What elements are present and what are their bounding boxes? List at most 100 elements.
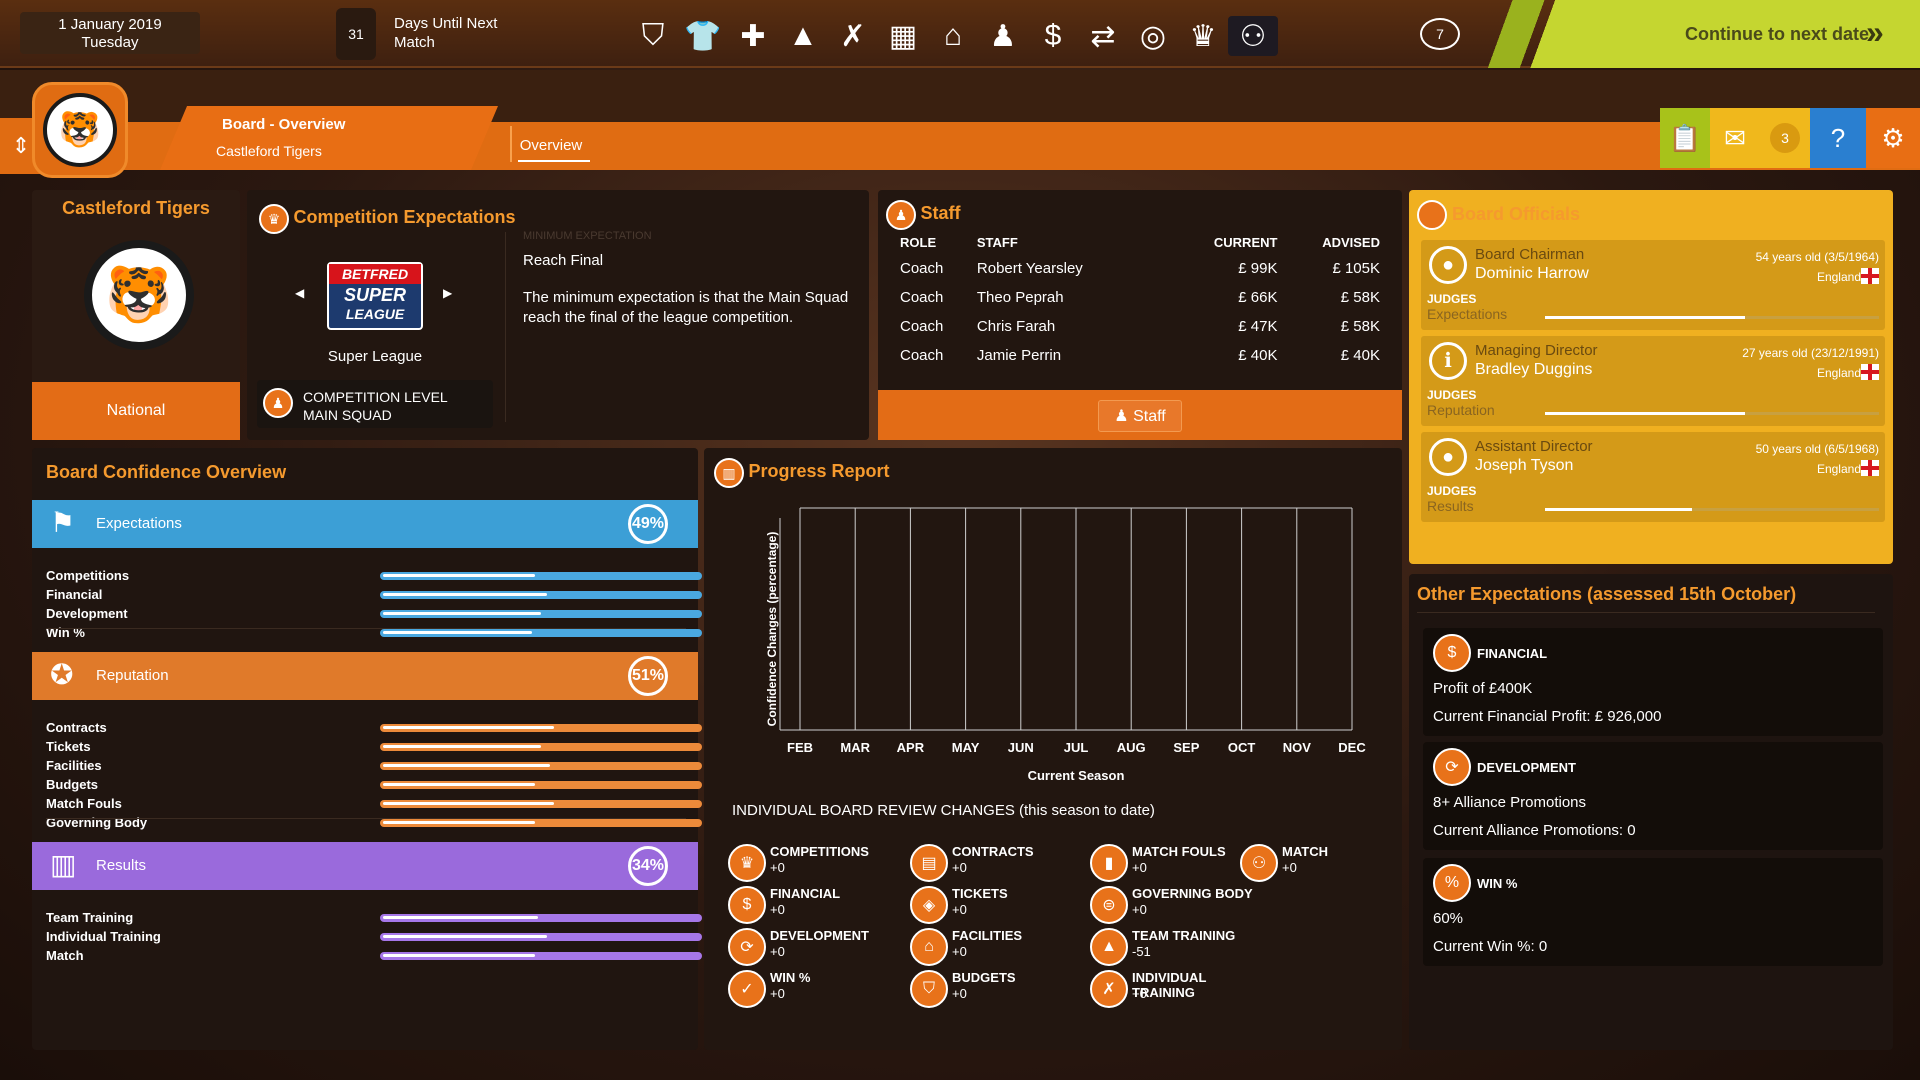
- subitem-track: [380, 629, 702, 637]
- review-item: ⛉ BUDGETS +0: [910, 968, 1080, 1008]
- subitem-label: Contracts: [46, 720, 107, 735]
- tactics-icon[interactable]: ✗: [828, 16, 878, 56]
- finance-icon[interactable]: $: [1028, 16, 1078, 56]
- reset-icon[interactable]: 7: [1420, 18, 1460, 50]
- prev-competition-icon[interactable]: ◀: [295, 286, 304, 300]
- confidence-subitems: Team Training Individual Training Match: [46, 908, 702, 965]
- table-row[interactable]: Coach Robert Yearsley £ 99K £ 105K: [900, 254, 1380, 283]
- super-league-logo: BETFRED SUPER LEAGUE: [327, 262, 423, 330]
- subitem-label: Individual Training: [46, 929, 161, 944]
- club-badge[interactable]: 🐯: [32, 82, 128, 178]
- match-icon: ⚇: [1240, 844, 1278, 882]
- staff-role: Coach: [900, 289, 944, 306]
- staff-name: Robert Yearsley: [976, 260, 1083, 277]
- subitem-track: [380, 800, 702, 808]
- subitem-fill: [383, 954, 535, 957]
- col-staff: STAFF: [976, 234, 1018, 250]
- tab-overview[interactable]: Overview: [510, 126, 590, 162]
- page-subtitle: Castleford Tigers: [216, 143, 322, 159]
- staff-table: ROLE STAFF CURRENT ADVISED Coach Robert …: [900, 230, 1380, 370]
- team-panel: Castleford Tigers 🐯 National: [32, 190, 240, 440]
- official-age: 54 years old (3/5/1964): [1755, 250, 1879, 264]
- review-value: +0: [1132, 860, 1147, 875]
- official-card[interactable]: ℹ Managing Director Bradley Duggins 27 y…: [1421, 336, 1885, 426]
- confidence-subitems: Contracts Tickets Facilities Budgets Match F…: [46, 718, 702, 832]
- review-item: ✓ WIN % +0: [728, 968, 898, 1008]
- trophy-icon[interactable]: ♛: [1178, 16, 1228, 56]
- development-icon: ⟳: [728, 928, 766, 966]
- next-competition-icon[interactable]: ▶: [443, 286, 452, 300]
- transfer-icon[interactable]: ⇄: [1078, 16, 1128, 56]
- subitem-label: Match Fouls: [46, 796, 122, 811]
- current-date: 1 January 2019: [58, 16, 162, 33]
- review-value: +0: [770, 902, 785, 917]
- official-card[interactable]: ● Assistant Director Joseph Tyson 50 yea…: [1421, 432, 1885, 522]
- subitem-fill: [383, 821, 535, 824]
- confidence-subitem: Facilities: [46, 756, 702, 775]
- gear-icon[interactable]: ⚙: [1866, 108, 1920, 168]
- days-until-match[interactable]: 31 Days Until Next Match: [336, 8, 516, 60]
- confidence-subitems: Competitions Financial Development Win %: [46, 566, 702, 642]
- medical-icon[interactable]: ✚: [728, 16, 778, 56]
- review-item: ⚇ MATCH +0: [1240, 842, 1410, 882]
- expectation-label: FINANCIAL: [1477, 646, 1548, 661]
- person-icon: ℹ: [1429, 342, 1467, 380]
- staff-icon: ♟: [886, 200, 916, 230]
- cone-icon[interactable]: ▲: [778, 16, 828, 56]
- judges-progress-track: [1545, 316, 1879, 319]
- days-until-label: Days Until Next Match: [394, 14, 497, 52]
- official-name: Bradley Duggins: [1475, 361, 1593, 378]
- subitem-fill: [383, 916, 538, 919]
- subitem-track: [380, 819, 702, 827]
- review-value: -51: [1132, 944, 1151, 959]
- official-country: England: [1816, 270, 1861, 284]
- x-axis-label: Current Season: [1028, 768, 1125, 783]
- home-icon[interactable]: ⌂: [928, 16, 978, 56]
- notification-badge[interactable]: 3: [1760, 108, 1810, 168]
- target-icon[interactable]: ◎: [1128, 16, 1178, 56]
- trophy-icon: ♛: [259, 204, 289, 234]
- board-officials-title: Board Officials: [1417, 200, 1580, 230]
- staff-name: Jamie Perrin: [976, 347, 1062, 364]
- money-bag-icon: $: [728, 886, 766, 924]
- reset-number: 7: [1436, 26, 1444, 42]
- chevron-right-icon[interactable]: »: [1866, 14, 1884, 51]
- tiger-logo-icon: 🐯: [84, 240, 194, 350]
- col-advised: ADVISED: [1322, 234, 1380, 250]
- staff-button[interactable]: ♟ Staff: [1098, 400, 1182, 432]
- competition-level-value: MAIN SQUAD: [303, 407, 392, 423]
- review-label: MATCH: [1282, 844, 1328, 859]
- review-label: GOVERNING BODY: [1132, 886, 1253, 901]
- staff-advised: £ 105K: [1332, 260, 1380, 277]
- confidence-category-1[interactable]: ✪ Reputation 51%: [32, 652, 698, 700]
- board-icon[interactable]: ⚇: [1228, 16, 1278, 56]
- subitem-track: [380, 591, 702, 599]
- tab-overview-label: Overview: [519, 137, 583, 154]
- official-card[interactable]: ● Board Chairman Dominic Harrow 54 years…: [1421, 240, 1885, 330]
- confidence-category-0[interactable]: ⚑ Expectations 49%: [32, 500, 698, 548]
- kit-icon[interactable]: 👕: [678, 16, 728, 56]
- divider: [505, 232, 506, 422]
- review-value: +0: [952, 860, 967, 875]
- x-tick-label: JUL: [1064, 740, 1089, 755]
- confidence-category-2[interactable]: ▥ Results 34%: [32, 842, 698, 890]
- judges-label: JUDGES: [1427, 484, 1477, 498]
- review-label: BUDGETS: [952, 970, 1016, 985]
- judges-value: Expectations: [1427, 306, 1508, 322]
- help-icon[interactable]: ?: [1810, 108, 1866, 168]
- x-tick-label: APR: [897, 740, 925, 755]
- inbox-icon[interactable]: ✉: [1710, 108, 1760, 168]
- continue-label[interactable]: Continue to next date: [1685, 24, 1869, 45]
- table-row[interactable]: Coach Chris Farah £ 47K £ 58K: [900, 312, 1380, 341]
- medal-icon: ✪: [50, 659, 74, 690]
- squad-icon[interactable]: ♟: [978, 16, 1028, 56]
- table-row[interactable]: Coach Jamie Perrin £ 40K £ 40K: [900, 341, 1380, 370]
- person-icon: ●: [1429, 246, 1467, 284]
- top-bar: 1 January 2019 Tuesday 31 Days Until Nex…: [0, 0, 1920, 68]
- table-row[interactable]: Coach Theo Peprah £ 66K £ 58K: [900, 283, 1380, 312]
- calendar-icon[interactable]: ▦: [878, 16, 928, 56]
- clipboard-icon[interactable]: 📋: [1660, 108, 1710, 168]
- judges-progress-fill: [1545, 412, 1746, 415]
- shield-icon[interactable]: ⛉: [628, 16, 678, 56]
- calendar-number: 31: [348, 26, 364, 42]
